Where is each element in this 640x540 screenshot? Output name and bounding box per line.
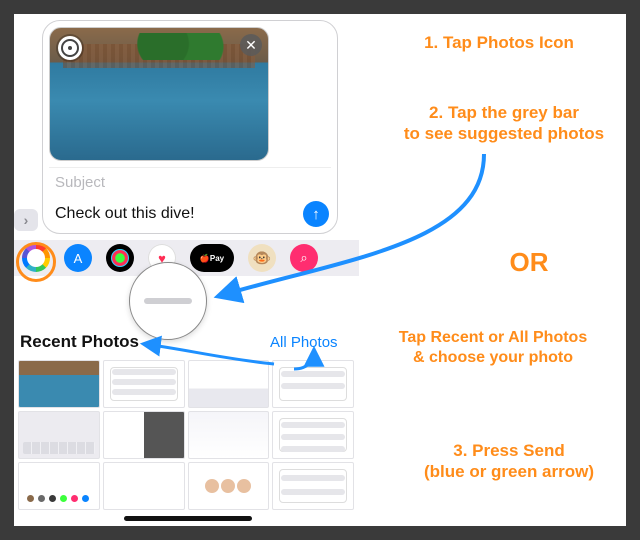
instruction-or: OR [489,246,569,279]
live-photo-icon [58,36,82,60]
subject-field[interactable]: Subject [49,167,331,197]
thumb[interactable] [272,360,354,408]
tab-recent-photos[interactable]: Recent Photos [20,332,139,352]
animoji-app-icon[interactable]: 🐵 [248,244,276,272]
photo-suggestions-grid [18,360,354,510]
thumb[interactable] [18,462,100,510]
send-button[interactable]: ↑ [303,201,329,227]
instruction-tabs-line1: Tap Recent or All Photos [399,329,587,346]
thumb[interactable] [103,462,185,510]
tutorial-canvas: ✕ Subject Check out this dive! ↑ › A ♥ 🍎… [14,14,626,526]
instruction-step2-line2: to see suggested photos [404,124,604,143]
thumb[interactable] [103,360,185,408]
imessage-compose-field[interactable]: ✕ Subject Check out this dive! ↑ [42,20,338,234]
thumb[interactable] [103,411,185,459]
iphone-mock: ✕ Subject Check out this dive! ↑ › A ♥ 🍎… [14,14,359,526]
instruction-tabs-line2: & choose your photo [413,349,573,366]
instruction-step2-line1: 2. Tap the grey bar [429,103,579,122]
drawer-grey-bar[interactable] [144,298,192,304]
message-body-text[interactable]: Check out this dive! [55,205,195,223]
grey-bar-magnifier [129,262,207,340]
applepay-app-icon[interactable]: 🍎Pay [190,244,234,272]
home-indicator[interactable] [124,516,252,521]
activity-app-icon[interactable] [106,244,134,272]
thumb[interactable] [188,411,270,459]
instruction-step2: 2. Tap the grey bar to see suggested pho… [384,102,624,145]
remove-attachment-button[interactable]: ✕ [240,34,262,56]
search-app-icon[interactable]: ⌕ [290,244,318,272]
thumb[interactable] [18,411,100,459]
instruction-tabs: Tap Recent or All Photos & choose your p… [362,328,624,368]
appstore-app-icon[interactable]: A [64,244,92,272]
photos-app-icon[interactable] [22,244,50,272]
thumb[interactable] [188,462,270,510]
attachment-thumbnail[interactable]: ✕ [49,27,269,161]
instruction-step3-line2: (blue or green arrow) [424,462,594,481]
tab-all-photos[interactable]: All Photos [270,334,338,351]
thumb[interactable] [272,462,354,510]
instruction-step3-line1: 3. Press Send [453,441,565,460]
instruction-step1: 1. Tap Photos Icon [384,32,614,53]
expand-apps-chevron[interactable]: › [14,209,38,231]
instruction-step3: 3. Press Send (blue or green arrow) [394,440,624,483]
thumb[interactable] [272,411,354,459]
thumb[interactable] [188,360,270,408]
thumb[interactable] [18,360,100,408]
photo-foliage-detail [137,33,224,59]
